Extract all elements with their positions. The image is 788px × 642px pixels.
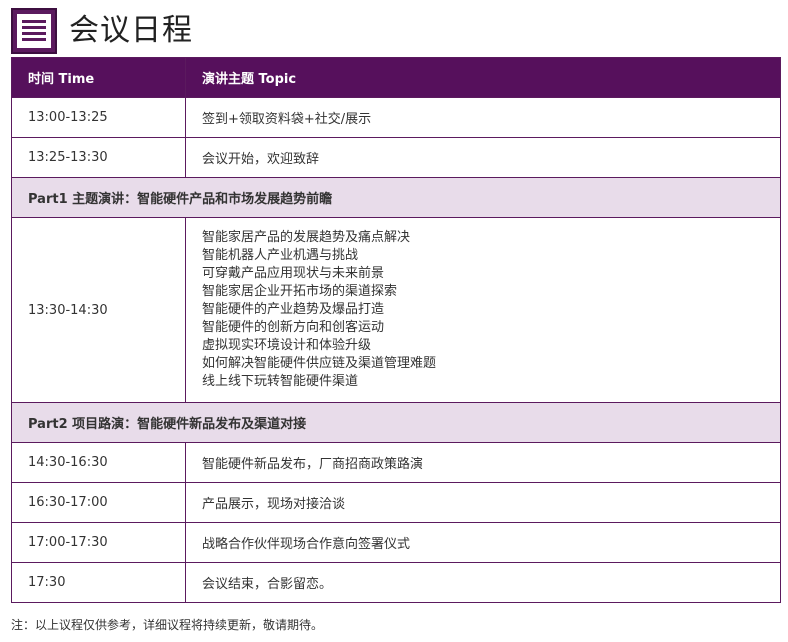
document-list-icon xyxy=(11,8,57,54)
topic-item: 虚拟现实环境设计和体验升级 xyxy=(202,338,372,353)
topic-item: 可穿戴产品应用现状与未来前景 xyxy=(202,266,385,281)
section-label: Part1 主题演讲：智能硬件产品和市场发展趋势前瞻 xyxy=(11,177,781,218)
topic-item: 智能家居企业开拓市场的渠道探索 xyxy=(202,284,398,299)
page-header: 会议日程 xyxy=(11,6,193,56)
table-row: 17:30 会议结束，合影留恋。 xyxy=(11,562,781,603)
table-row: 13:00-13:25 签到+领取资料袋+社交/展示 xyxy=(11,97,781,138)
table-row: 13:25-13:30 会议开始，欢迎致辞 xyxy=(11,137,781,178)
page-title: 会议日程 xyxy=(69,13,193,48)
topic-list-cell: 智能家居产品的发展趋势及痛点解决 智能机器人产业机遇与挑战 可穿戴产品应用现状与… xyxy=(185,217,781,403)
time-cell: 16:30-17:00 xyxy=(11,482,186,523)
time-cell: 13:30-14:30 xyxy=(11,217,186,403)
topic-cell: 智能硬件新品发布，厂商招商政策路演 xyxy=(185,442,781,483)
section-row: Part1 主题演讲：智能硬件产品和市场发展趋势前瞻 xyxy=(11,177,781,218)
topic-item: 智能家居产品的发展趋势及痛点解决 xyxy=(202,230,411,245)
time-cell: 17:00-17:30 xyxy=(11,522,186,563)
schedule-table: 时间 Time 演讲主题 Topic 13:00-13:25 签到+领取资料袋+… xyxy=(11,57,781,603)
time-cell: 13:25-13:30 xyxy=(11,137,186,178)
topic-cell: 产品展示，现场对接洽谈 xyxy=(185,482,781,523)
table-header-row: 时间 Time 演讲主题 Topic xyxy=(11,57,781,98)
time-cell: 17:30 xyxy=(11,562,186,603)
table-row: 17:00-17:30 战略合作伙伴现场合作意向签署仪式 xyxy=(11,522,781,563)
section-label: Part2 项目路演：智能硬件新品发布及渠道对接 xyxy=(11,402,781,443)
time-column-header: 时间 Time xyxy=(11,57,186,98)
topic-item: 如何解决智能硬件供应链及渠道管理难题 xyxy=(202,356,437,371)
topic-item: 智能硬件的创新方向和创客运动 xyxy=(202,320,385,335)
table-row: 14:30-16:30 智能硬件新品发布，厂商招商政策路演 xyxy=(11,442,781,483)
topic-cell: 战略合作伙伴现场合作意向签署仪式 xyxy=(185,522,781,563)
topic-cell: 会议开始，欢迎致辞 xyxy=(185,137,781,178)
topic-cell: 签到+领取资料袋+社交/展示 xyxy=(185,97,781,138)
footnote: 注：以上议程仅供参考，详细议程将持续更新，敬请期待。 xyxy=(11,618,324,632)
table-row: 13:30-14:30 智能家居产品的发展趋势及痛点解决 智能机器人产业机遇与挑… xyxy=(11,217,781,403)
time-cell: 14:30-16:30 xyxy=(11,442,186,483)
topic-item: 线上线下玩转智能硬件渠道 xyxy=(202,374,359,389)
topic-item: 智能硬件的产业趋势及爆品打造 xyxy=(202,302,385,317)
table-row: 16:30-17:00 产品展示，现场对接洽谈 xyxy=(11,482,781,523)
section-row: Part2 项目路演：智能硬件新品发布及渠道对接 xyxy=(11,402,781,443)
time-cell: 13:00-13:25 xyxy=(11,97,186,138)
topic-cell: 会议结束，合影留恋。 xyxy=(185,562,781,603)
topic-item: 智能机器人产业机遇与挑战 xyxy=(202,248,359,263)
topic-column-header: 演讲主题 Topic xyxy=(185,57,781,98)
